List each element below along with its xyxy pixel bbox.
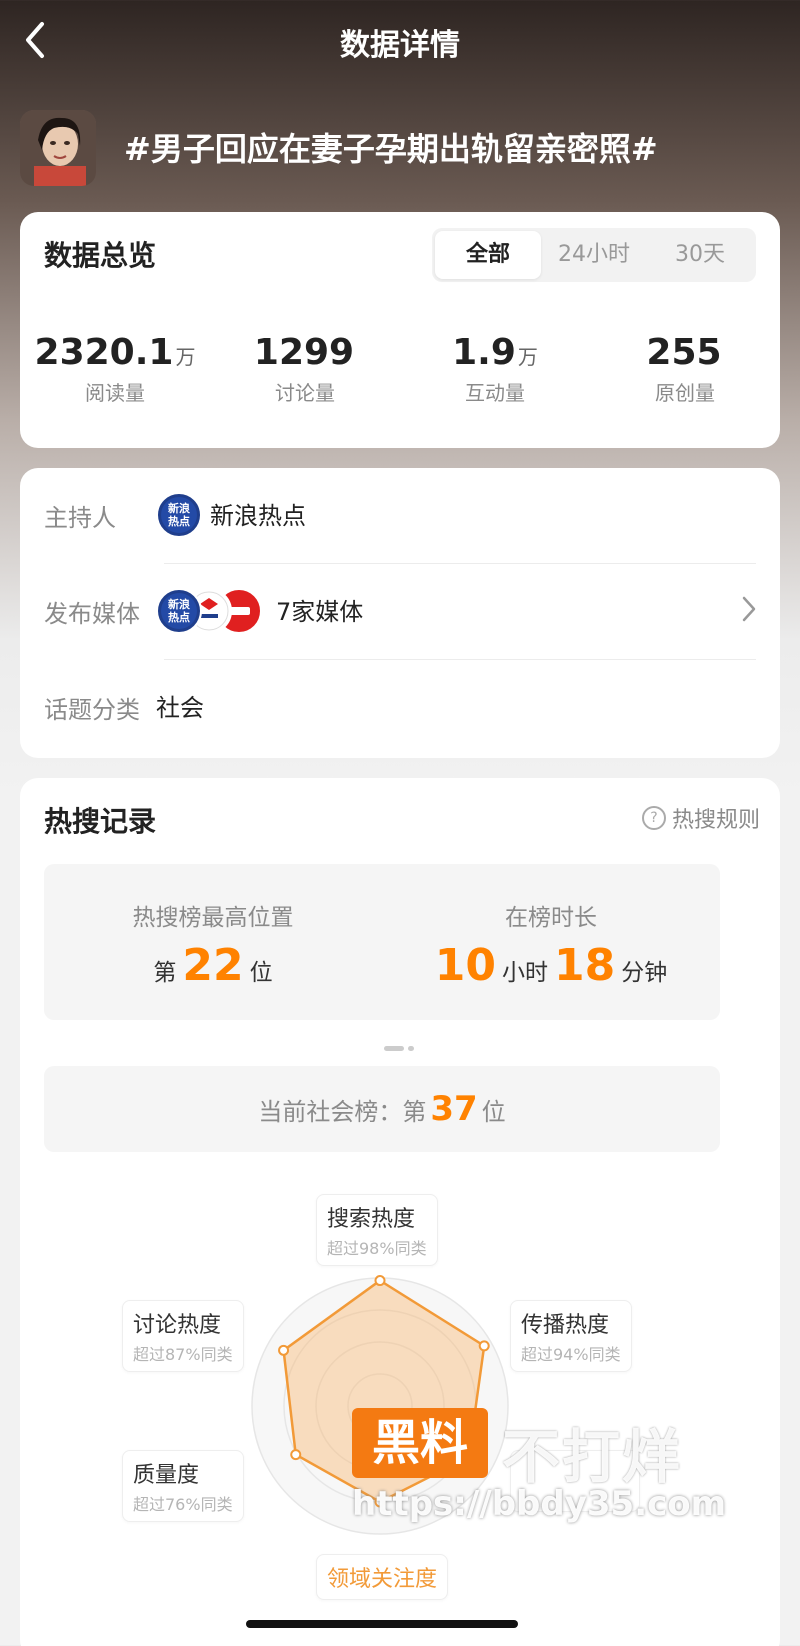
hot-search-title: 热搜记录 xyxy=(44,805,157,838)
logo-text-line: 新浪 xyxy=(168,502,190,515)
radar-label-quality: 质量度 超过76%同类 xyxy=(122,1450,244,1522)
on-list-duration: 在榜时长 10 小时 18 分钟 xyxy=(382,864,720,1020)
stat-unit: 万 xyxy=(175,345,196,369)
peak-position: 热搜榜最高位置 第 22 位 xyxy=(44,864,382,1020)
duration-minutes: 18 xyxy=(554,940,616,991)
radar-label-hidden xyxy=(510,1450,640,1512)
host-label: 主持人 xyxy=(44,504,116,532)
sina-hot-logo-icon: 新浪 热点 xyxy=(156,588,202,634)
radar-axis-name: 质量度 xyxy=(133,1463,200,1488)
current-suffix: 位 xyxy=(481,1098,506,1126)
radar-label-search: 搜索热度 超过98%同类 xyxy=(316,1194,438,1266)
topic-header: #男子回应在妻子孕期出轨留亲密照# xyxy=(20,108,780,188)
topic-avatar[interactable] xyxy=(20,110,96,186)
data-overview-card: 数据总览 全部 24小时 30天 2320.1 万 阅读量 1299 讨论量 1.… xyxy=(20,212,780,448)
page-indicator xyxy=(384,1038,418,1057)
question-icon: ? xyxy=(641,806,666,830)
radar-label-domain: 领域关注度 xyxy=(316,1554,449,1600)
overview-title: 数据总览 xyxy=(44,239,157,272)
stat-label: 原创量 xyxy=(655,381,715,405)
tab-all[interactable]: 全部 xyxy=(435,231,541,279)
topic-title: #男子回应在妻子孕期出轨留亲密照# xyxy=(124,130,658,168)
radar-point xyxy=(478,1340,490,1352)
hot-search-rules-link[interactable]: ? 热搜规则 xyxy=(641,802,760,834)
current-rank: 当前社会榜：第 37 位 xyxy=(44,1066,720,1152)
rules-label: 热搜规则 xyxy=(671,808,760,833)
avatar-image-icon xyxy=(20,110,96,186)
stat-label: 阅读量 xyxy=(85,381,145,405)
radar-point xyxy=(278,1344,290,1356)
radar-point xyxy=(290,1449,302,1461)
current-value: 37 xyxy=(430,1089,478,1129)
radar-axis-name: 搜索热度 xyxy=(327,1207,416,1232)
radar-point xyxy=(374,1496,386,1508)
radar-axis-name: 领域关注度 xyxy=(327,1567,438,1592)
top-nav-bar: 数据详情 xyxy=(0,0,800,84)
radar-axis-sub: 超过87%同类 xyxy=(133,1345,233,1364)
tab-24h[interactable]: 24小时 xyxy=(541,231,647,279)
category-value: 社会 xyxy=(156,694,204,722)
stat-value: 255 xyxy=(646,332,722,373)
stat-interactions: 1.9 万 互动量 xyxy=(400,332,590,406)
peak-caption: 热搜榜最高位置 xyxy=(132,905,294,931)
logo-text-line: 新浪 xyxy=(168,598,190,611)
page-title: 数据详情 xyxy=(340,28,460,63)
category-label: 话题分类 xyxy=(44,696,140,724)
stat-label: 讨论量 xyxy=(275,381,335,405)
stat-value: 1.9 xyxy=(452,332,516,373)
stats-row: 2320.1 万 阅读量 1299 讨论量 1.9 万 互动量 255 原创量 xyxy=(20,332,780,406)
topic-info-card: 主持人 新浪 热点 新浪热点 发布媒体 新浪 热点 7家媒体 话题分类 社会 xyxy=(20,468,780,758)
duration-caption: 在榜时长 xyxy=(505,905,597,931)
radar-axis-sub: 超过76%同类 xyxy=(133,1495,233,1514)
radar-label-discussion: 讨论热度 超过87%同类 xyxy=(122,1300,244,1372)
stat-label: 互动量 xyxy=(465,381,525,405)
media-label: 发布媒体 xyxy=(44,600,140,628)
radar-label-spread: 传播热度 超过94%同类 xyxy=(510,1300,632,1372)
logo-text-line: 热点 xyxy=(168,515,190,528)
stat-value: 2320.1 xyxy=(34,332,174,373)
heat-radar: 搜索热度 超过98%同类 传播热度 超过94%同类 讨论热度 超过87%同类 质… xyxy=(20,1168,780,1646)
radar-axis-sub: 超过94%同类 xyxy=(521,1345,621,1364)
host-name: 新浪热点 xyxy=(210,502,306,530)
media-row[interactable]: 发布媒体 新浪 热点 7家媒体 xyxy=(20,564,780,660)
category-row: 话题分类 社会 xyxy=(20,660,780,756)
hot-search-card: 热搜记录 ? 热搜规则 热搜榜最高位置 第 22 位 在榜时长 10 小时 18 分钟 当… xyxy=(20,778,780,1646)
peak-prefix: 第 xyxy=(153,960,177,986)
tab-30d[interactable]: 30天 xyxy=(647,231,753,279)
radar-point xyxy=(463,1451,475,1463)
rank-summary: 热搜榜最高位置 第 22 位 在榜时长 10 小时 18 分钟 xyxy=(44,864,720,1020)
indicator-active xyxy=(384,1046,404,1051)
stat-originals: 255 原创量 xyxy=(590,332,780,406)
stat-reads: 2320.1 万 阅读量 xyxy=(20,332,210,406)
logo-text-line: 热点 xyxy=(168,611,190,624)
duration-minutes-unit: 分钟 xyxy=(621,960,668,986)
radar-point xyxy=(374,1275,386,1287)
stat-discussions: 1299 讨论量 xyxy=(210,332,400,406)
peak-value: 22 xyxy=(182,940,244,991)
indicator-dot xyxy=(408,1046,414,1051)
stat-value: 1299 xyxy=(253,332,355,373)
radar-axis-name: 传播热度 xyxy=(521,1313,610,1338)
time-range-tabs: 全部 24小时 30天 xyxy=(432,228,756,282)
host-row[interactable]: 主持人 新浪 热点 新浪热点 xyxy=(20,468,780,564)
current-prefix: 当前社会榜：第 xyxy=(258,1098,427,1126)
radar-axis-name: 讨论热度 xyxy=(133,1313,222,1338)
duration-hours-unit: 小时 xyxy=(502,960,548,986)
stat-unit: 万 xyxy=(517,345,538,369)
sina-hot-logo-icon: 新浪 热点 xyxy=(156,492,202,538)
duration-hours: 10 xyxy=(434,940,496,991)
chevron-right-icon[interactable] xyxy=(742,596,756,622)
radar-axis-sub: 超过98%同类 xyxy=(327,1239,427,1258)
media-count: 7家媒体 xyxy=(276,598,364,626)
peak-suffix: 位 xyxy=(249,960,273,986)
home-indicator[interactable] xyxy=(246,1620,518,1628)
